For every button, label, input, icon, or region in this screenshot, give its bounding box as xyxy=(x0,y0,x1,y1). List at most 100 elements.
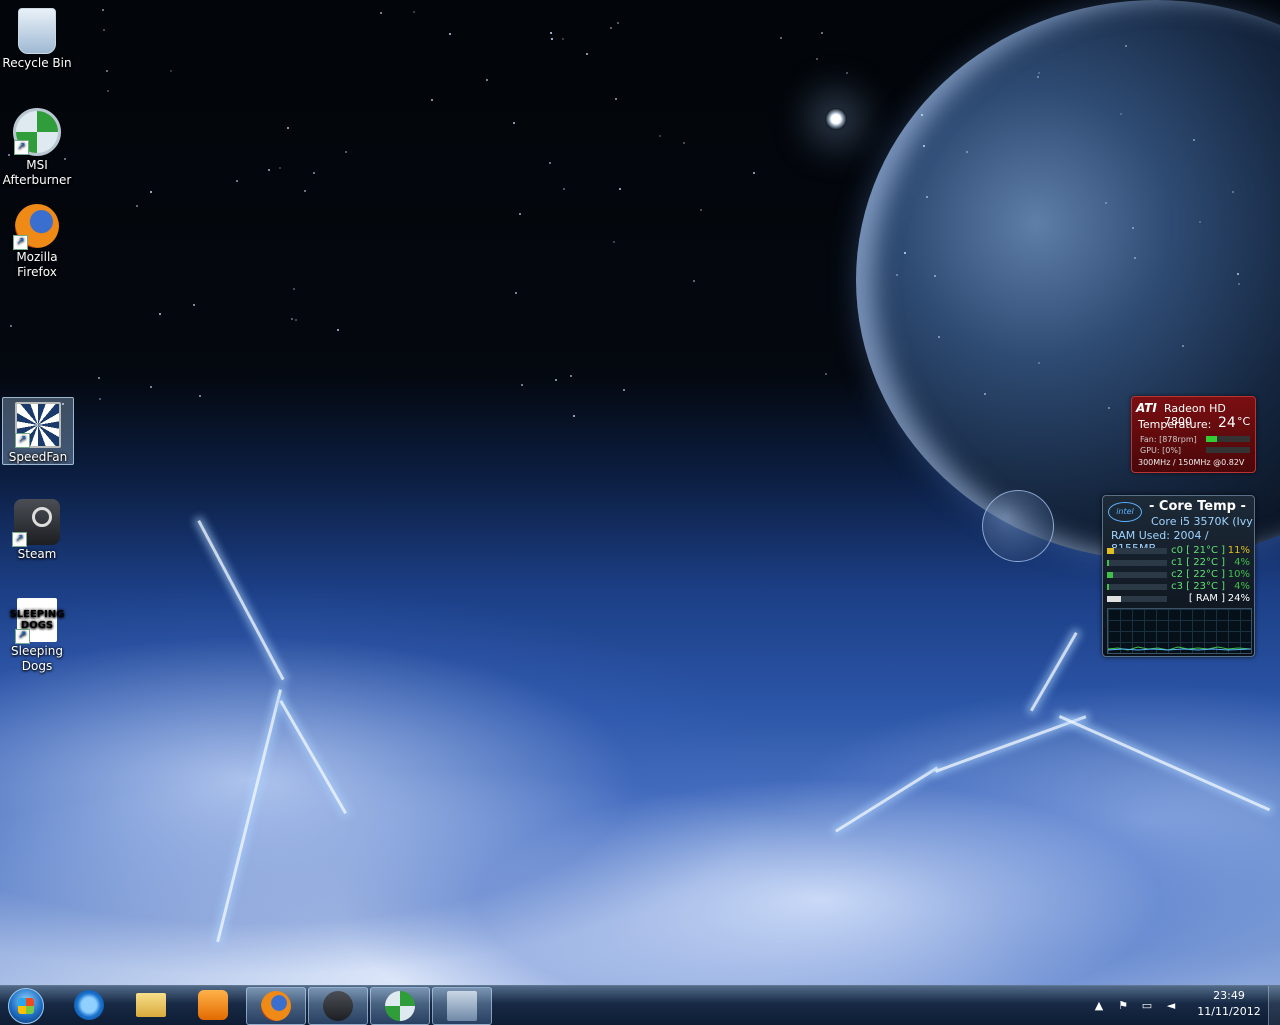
star-dot xyxy=(780,37,782,39)
taskbar-button-internet-explorer[interactable] xyxy=(60,986,118,1024)
planet-graphic xyxy=(856,0,1280,560)
star-dot xyxy=(159,313,161,315)
star-dot xyxy=(1105,202,1107,204)
core-row: c0 [ 21°C ] 11% xyxy=(1107,545,1252,557)
action-center-flag-icon[interactable]: ⚑ xyxy=(1116,999,1130,1013)
star-dot xyxy=(683,142,685,144)
gpu-clocks: 300MHz / 150MHz @0.82V xyxy=(1138,458,1245,467)
star-dot xyxy=(562,38,564,40)
star-dot xyxy=(839,120,841,122)
temperature-label: Temperature: xyxy=(1138,418,1212,431)
cpu-model: Core i5 3570K (Ivy xyxy=(1151,515,1253,528)
core-temp-gadget[interactable]: intel - Core Temp - Core i5 3570K (Ivy R… xyxy=(1102,495,1255,657)
network-icon[interactable]: ▭ xyxy=(1140,999,1154,1013)
star-dot xyxy=(610,27,612,29)
start-button[interactable] xyxy=(4,986,48,1025)
load-bar xyxy=(1107,560,1167,566)
star-dot xyxy=(486,79,488,81)
ram-row: [ RAM ] 24% xyxy=(1107,593,1252,605)
cpu-load-graph xyxy=(1107,608,1252,654)
taskbar-button-windows-media-player[interactable] xyxy=(184,986,242,1024)
folder-icon xyxy=(136,993,166,1017)
shortcut-arrow-icon: ↗ xyxy=(15,629,30,644)
desktop-icon-recycle-bin[interactable]: Recycle Bin xyxy=(2,4,72,76)
taskbar-button-network-app[interactable] xyxy=(432,987,492,1025)
star-dot xyxy=(923,145,925,147)
star-dot xyxy=(586,53,588,55)
steam-icon xyxy=(323,991,353,1021)
steam-icon: ↗ xyxy=(12,499,60,547)
desktop-icon-speedfan[interactable]: ↗ SpeedFan xyxy=(2,397,74,465)
lightning-bolt xyxy=(935,715,1087,773)
star-dot xyxy=(291,318,293,320)
show-desktop-button[interactable] xyxy=(1268,986,1280,1025)
taskbar: ▲ ⚑ ▭ ◄ 23:49 11/11/2012 xyxy=(0,985,1280,1025)
system-clock[interactable]: 23:49 11/11/2012 xyxy=(1192,988,1266,1020)
load-bar-fill xyxy=(1107,584,1110,590)
core-label: c3 [ 23°C ] xyxy=(1171,581,1225,592)
volume-icon[interactable]: ◄ xyxy=(1164,999,1178,1013)
desktop-icon-label: SpeedFan xyxy=(8,450,68,464)
star-dot xyxy=(136,205,138,207)
star-dot xyxy=(693,280,695,282)
star-dot xyxy=(1120,113,1122,115)
star-dot xyxy=(934,275,936,277)
star-dot xyxy=(619,188,621,190)
star-dot xyxy=(904,252,906,254)
core-label: c0 [ 21°C ] xyxy=(1171,545,1225,556)
star-dot xyxy=(966,151,968,153)
msi-afterburner-icon xyxy=(385,991,415,1021)
star-dot xyxy=(199,395,201,397)
star-dot xyxy=(1038,362,1040,364)
star-dot xyxy=(413,11,415,13)
ati-gpu-gadget[interactable]: ATI Radeon HD 7800 Temperature: 24 °C Fa… xyxy=(1131,396,1256,473)
sleeping-dogs-icon: SLEEPING DOGS ↗ xyxy=(10,598,64,644)
desktop-icon-msi-afterburner[interactable]: ↗ MSI Afterburner xyxy=(2,104,72,188)
desktop-icon-steam[interactable]: ↗ Steam xyxy=(2,495,72,563)
show-hidden-icons-arrow-icon[interactable]: ▲ xyxy=(1092,999,1106,1013)
lightning-bolt xyxy=(216,689,282,943)
load-bar-fill xyxy=(1107,596,1122,602)
star-dot xyxy=(431,99,433,101)
desktop-icon-sleeping-dogs[interactable]: SLEEPING DOGS ↗ Sleeping Dogs xyxy=(2,594,72,676)
taskbar-button-firefox[interactable] xyxy=(246,987,306,1025)
star-dot xyxy=(1238,283,1240,285)
star-dot xyxy=(700,209,702,211)
star-dot xyxy=(521,384,523,386)
recycle-bin-icon xyxy=(18,8,56,54)
core-load: 10% xyxy=(1227,569,1250,580)
notification-area: ▲ ⚑ ▭ ◄ xyxy=(1088,986,1192,1025)
star-dot xyxy=(106,70,108,72)
load-bar-fill xyxy=(1107,548,1114,554)
star-glow-graphic xyxy=(825,108,847,130)
load-bar xyxy=(1107,584,1167,590)
msi-afterburner-icon: ↗ xyxy=(13,108,61,156)
star-dot xyxy=(268,169,270,171)
temperature-value: 24 xyxy=(1218,415,1236,431)
star-dot xyxy=(1132,227,1134,229)
taskbar-button-msi-afterburner[interactable] xyxy=(370,987,430,1025)
core-load: 4% xyxy=(1234,557,1250,568)
lightning-bolt xyxy=(835,766,939,833)
star-dot xyxy=(613,241,615,243)
star-dot xyxy=(102,9,104,11)
star-dot xyxy=(337,329,339,331)
star-dot xyxy=(279,167,281,169)
star-dot xyxy=(1125,45,1127,47)
star-dot xyxy=(170,70,172,72)
star-dot xyxy=(623,389,625,391)
taskbar-button-windows-explorer[interactable] xyxy=(122,986,180,1024)
core-load: 11% xyxy=(1227,545,1250,556)
firefox-icon xyxy=(261,991,291,1021)
firefox-icon: ↗ xyxy=(13,204,59,250)
shortcut-arrow-icon: ↗ xyxy=(14,140,29,155)
desktop-icon-mozilla-firefox[interactable]: ↗ Mozilla Firefox xyxy=(2,200,72,284)
star-dot xyxy=(304,190,306,192)
gpu-load-bar xyxy=(1206,447,1250,453)
fan-bar-fill xyxy=(1206,436,1217,442)
load-bar xyxy=(1107,548,1167,554)
star-dot xyxy=(570,375,572,377)
star-dot xyxy=(926,196,928,198)
desktop-icon-label: MSI Afterburner xyxy=(2,158,72,187)
taskbar-button-steam[interactable] xyxy=(308,987,368,1025)
